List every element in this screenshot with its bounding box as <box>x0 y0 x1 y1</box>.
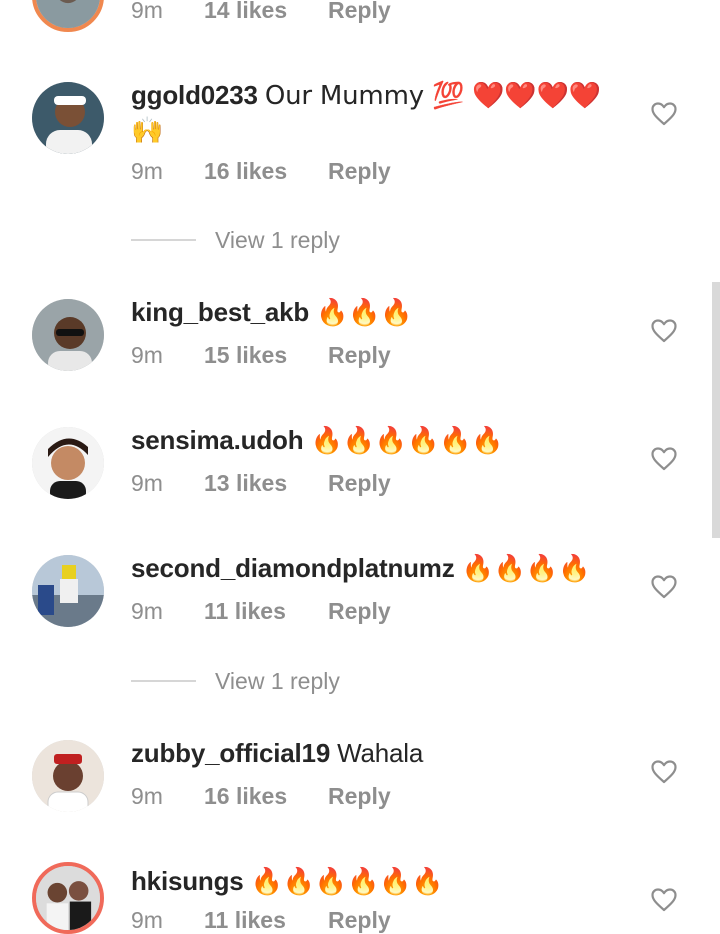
view-replies-label[interactable]: View 1 reply <box>215 225 340 255</box>
reply-divider-line <box>131 239 196 241</box>
comment-username[interactable]: hkisungs <box>131 866 244 896</box>
scrollbar[interactable] <box>712 282 720 538</box>
comment-username[interactable]: king_best_akb <box>131 297 309 327</box>
comment-likes[interactable]: 16 likes <box>204 782 328 810</box>
comment-likes[interactable]: 16 likes <box>204 157 328 185</box>
comment-time: 9m <box>131 907 163 933</box>
comment-meta: 9m 14 likes Reply <box>131 0 391 24</box>
avatar[interactable] <box>32 299 104 371</box>
comment-likes[interactable]: 13 likes <box>204 469 328 497</box>
like-heart-icon[interactable] <box>651 102 677 126</box>
comment-likes[interactable]: 14 likes <box>204 0 328 24</box>
comment-time: 9m <box>131 783 163 809</box>
comment-time: 9m <box>131 158 163 184</box>
comment-username[interactable]: zubby_official19 <box>131 738 330 768</box>
like-heart-icon[interactable] <box>651 447 677 471</box>
comment-text: sensima.udoh 🔥🔥🔥🔥🔥🔥 <box>131 423 631 458</box>
reply-button[interactable]: Reply <box>328 0 391 24</box>
comment-likes[interactable]: 11 likes <box>204 906 328 934</box>
comment-text: zubby_official19 Wahala <box>131 736 631 770</box>
like-heart-icon[interactable] <box>651 888 677 912</box>
comment-time: 9m <box>131 598 163 624</box>
avatar[interactable] <box>32 427 104 499</box>
comment-username[interactable]: sensima.udoh <box>131 425 304 455</box>
comment-time: 9m <box>131 0 163 23</box>
like-heart-icon[interactable] <box>651 319 677 343</box>
reply-button[interactable]: Reply <box>328 157 391 185</box>
reply-button[interactable]: Reply <box>328 782 391 810</box>
comment-text: king_best_akb 🔥🔥🔥 <box>131 295 631 330</box>
comment-text: ggold0233 Our Mummy 💯 ❤️❤️❤️❤️🙌 <box>131 78 631 148</box>
comment-text: second_diamondplatnumz 🔥🔥🔥🔥 <box>131 551 631 586</box>
comment-meta: 9m 16 likes Reply <box>131 157 391 185</box>
comment-body: 🔥🔥🔥🔥🔥🔥 <box>310 426 504 456</box>
comment-meta: 9m 11 likes Reply <box>131 906 391 934</box>
comment-meta: 9m 13 likes Reply <box>131 469 391 497</box>
comment-username[interactable]: second_diamondplatnumz <box>131 553 455 583</box>
reply-button[interactable]: Reply <box>328 469 391 497</box>
comment-body: Wahala <box>337 738 424 768</box>
comment-username[interactable]: ggold0233 <box>131 80 258 110</box>
avatar[interactable] <box>32 862 104 934</box>
avatar[interactable] <box>32 555 104 627</box>
comment-likes[interactable]: 11 likes <box>204 597 328 625</box>
reply-button[interactable]: Reply <box>328 906 391 934</box>
like-heart-icon[interactable] <box>651 575 677 599</box>
comment-time: 9m <box>131 470 163 496</box>
comment-time: 9m <box>131 342 163 368</box>
comment-likes[interactable]: 15 likes <box>204 341 328 369</box>
avatar[interactable] <box>32 82 104 154</box>
reply-divider-line <box>131 680 196 682</box>
comment-body: 🔥🔥🔥🔥 <box>461 554 591 584</box>
comment-text: hkisungs 🔥🔥🔥🔥🔥🔥 <box>131 864 631 899</box>
view-replies-label[interactable]: View 1 reply <box>215 666 340 696</box>
like-heart-icon[interactable] <box>651 760 677 784</box>
avatar[interactable] <box>32 740 104 812</box>
comment-meta: 9m 16 likes Reply <box>131 782 391 810</box>
avatar[interactable] <box>32 0 104 32</box>
comment-body: 🔥🔥🔥🔥🔥🔥 <box>250 867 444 897</box>
reply-button[interactable]: Reply <box>328 597 391 625</box>
comment-body: 🔥🔥🔥 <box>316 298 413 328</box>
comment-meta: 9m 11 likes Reply <box>131 597 391 625</box>
comment-meta: 9m 15 likes Reply <box>131 341 391 369</box>
reply-button[interactable]: Reply <box>328 341 391 369</box>
